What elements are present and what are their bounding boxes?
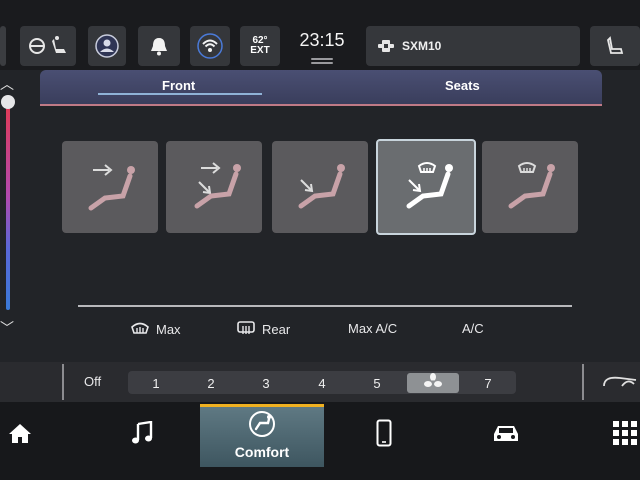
mode-feet-button[interactable] [272,141,368,233]
recirculation-icon [600,376,640,396]
fan-bar-divider-left [62,364,64,400]
dock-media-button[interactable] [122,402,162,468]
temperature-slider[interactable] [6,104,10,310]
outside-temperature: 62° EXT [240,26,280,66]
temperature-unit: EXT [250,45,270,56]
dock-phone-button[interactable] [366,402,402,468]
dock-comfort-label: Comfort [234,443,290,460]
heated-seat-shortcut[interactable] [20,26,76,66]
pull-down-handle[interactable] [311,58,333,60]
seat-icon [605,36,625,56]
rear-defrost-button[interactable]: Rear [236,321,290,338]
chevron-up-icon[interactable]: ︿ [0,74,14,94]
bell-icon [148,35,170,57]
fan-bar-divider-right [582,364,584,400]
wifi-button[interactable] [190,26,230,66]
status-tile-edge [0,26,6,66]
fan-off-button[interactable]: Off [84,374,101,389]
front-defrost-icon [130,321,156,338]
fan-speed-2[interactable]: 2 [201,376,221,391]
driver-profile-button[interactable] [88,26,126,66]
rear-defrost-label: Rear [262,322,291,337]
car-icon [491,422,521,449]
comfort-icon [248,410,276,442]
climate-tab-header [40,70,602,106]
mode-defrost-button[interactable] [482,141,578,233]
fan-speed-6-selected[interactable] [407,372,459,394]
airflow-feet-icon [285,152,355,222]
mode-face-button[interactable] [62,141,158,233]
max-ac-button[interactable]: Max A/C [348,321,397,336]
driver-profile-icon [95,34,119,58]
wifi-icon [197,33,223,59]
options-divider [78,305,572,307]
mode-feet-defrost-button[interactable] [376,139,476,235]
clock: 23:15 [299,30,345,50]
radio-station: SXM10 [402,39,442,53]
airflow-defrost-icon [495,152,565,222]
airflow-face-icon [75,152,145,222]
dock-home-button[interactable] [0,402,40,468]
max-defrost-label: Max [156,322,181,337]
home-icon [8,422,32,449]
tab-front-underline [98,93,262,95]
fan-speed-7[interactable]: 7 [478,376,498,391]
apps-grid-icon [612,420,638,451]
tab-front[interactable]: Front [162,78,195,93]
ac-label: A/C [462,321,484,336]
ac-button[interactable]: A/C [462,321,484,336]
max-ac-label: Max A/C [348,321,398,336]
dock-comfort-button[interactable]: Comfort [200,402,324,468]
dock-apps-button[interactable] [610,402,640,468]
recirculation-button[interactable] [600,372,640,397]
tab-seats[interactable]: Seats [445,78,480,93]
music-icon [131,420,153,450]
satellite-radio-icon [376,38,396,54]
max-defrost-button[interactable]: Max [130,321,181,338]
notifications-button[interactable] [138,26,180,66]
fan-speed-5[interactable]: 5 [367,376,387,391]
temperature-slider-knob[interactable] [1,95,15,109]
airflow-face-feet-icon [179,152,249,222]
now-playing-tile[interactable]: SXM10 [366,26,580,66]
dock-vehicle-button[interactable] [486,402,526,468]
fan-icon [424,372,442,394]
fan-speed-3[interactable]: 3 [256,376,276,391]
fan-speed-4[interactable]: 4 [312,376,332,391]
rear-defrost-icon [236,321,262,338]
fan-speed-1[interactable]: 1 [146,376,166,391]
seat-shortcut[interactable] [590,26,640,66]
phone-icon [376,419,392,452]
mode-face-feet-button[interactable] [166,141,262,233]
heated-seat-steering-icon [26,35,70,57]
airflow-feet-defrost-icon [391,152,461,222]
chevron-down-icon[interactable]: ﹀ [0,318,14,338]
